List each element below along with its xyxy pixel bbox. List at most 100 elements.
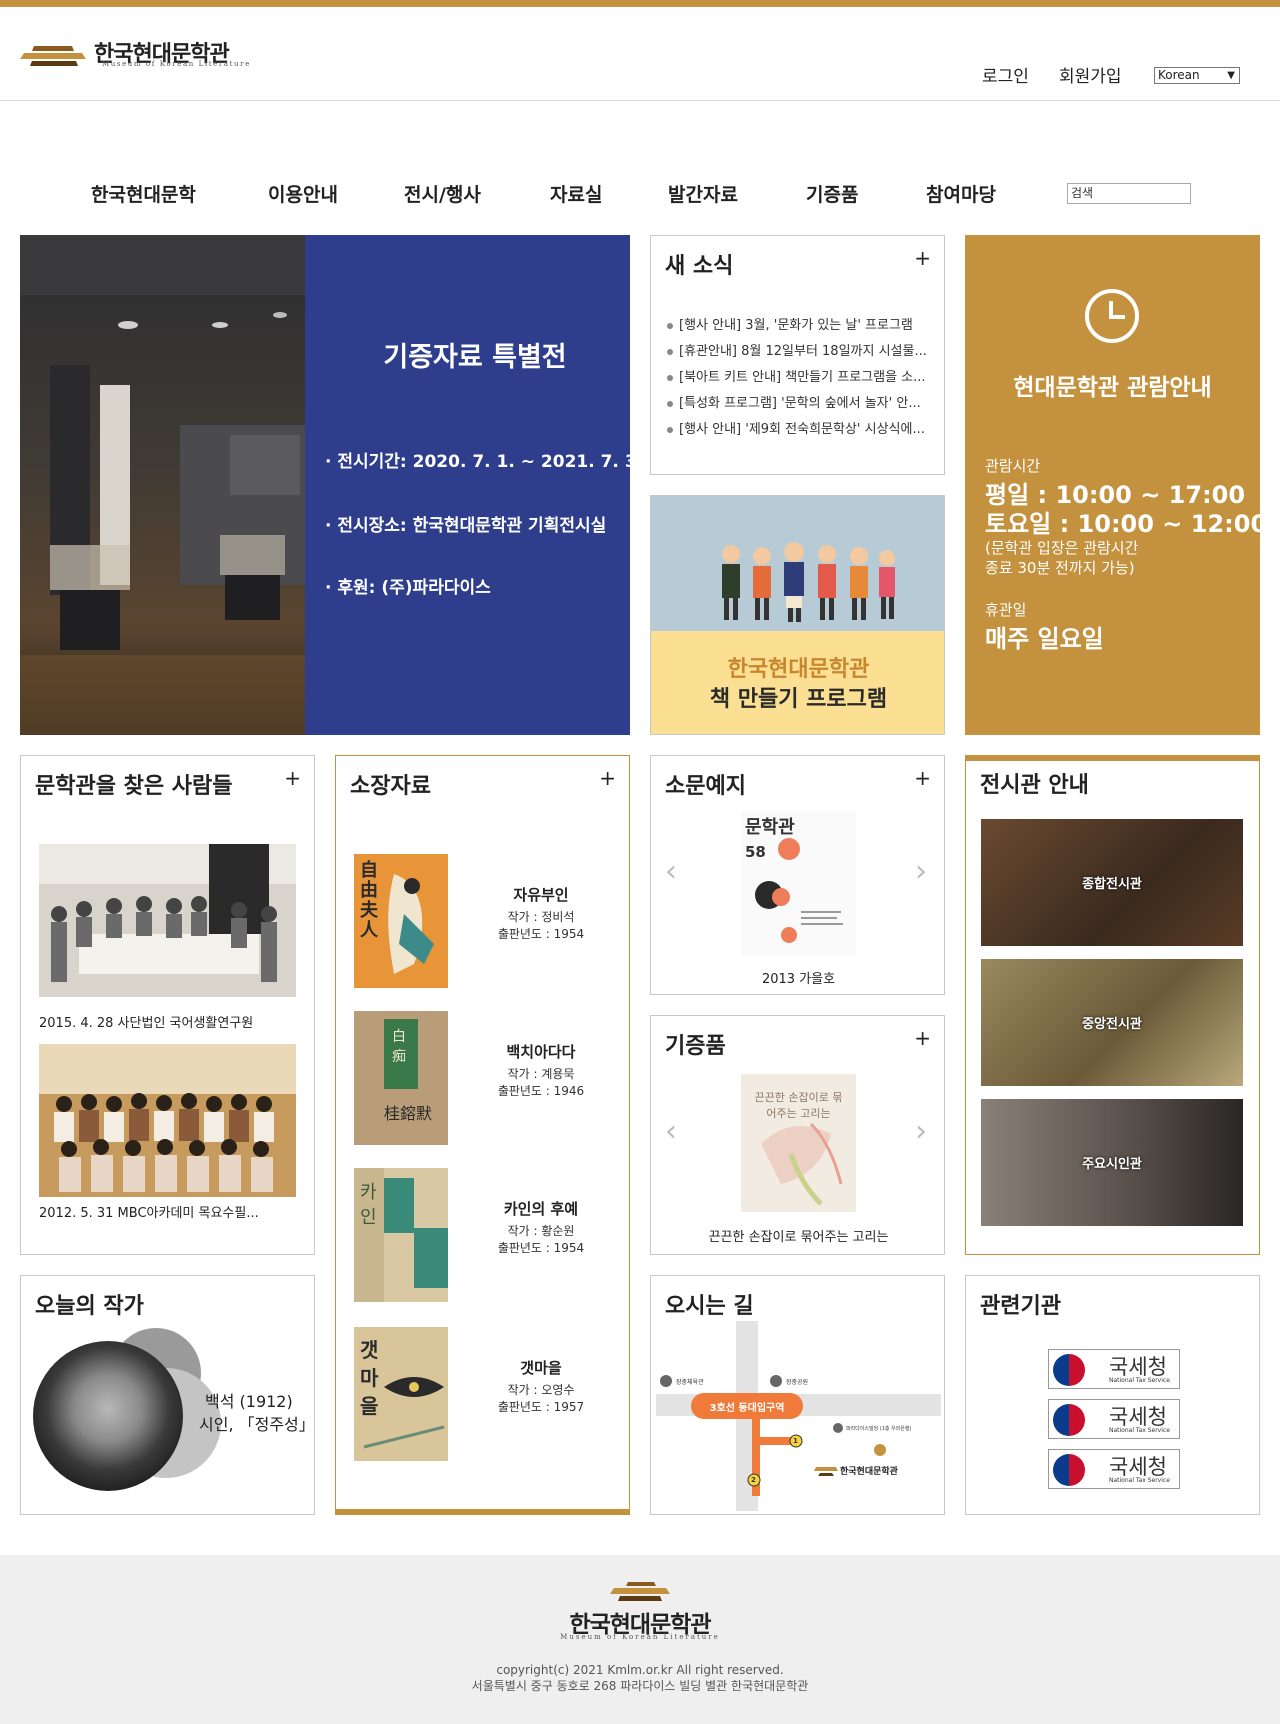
related-org-link[interactable]: 국세청 National Tax Service: [1048, 1349, 1180, 1389]
news-item[interactable]: [행사 안내] '제9회 전숙희문학상' 시상식에...: [667, 418, 927, 437]
writer-portrait[interactable]: [33, 1341, 183, 1491]
visiting-hours-panel: 현대문학관 관람안내 관람시간 평일 : 10:00 ~ 17:00 토요일 :…: [965, 235, 1267, 735]
language-value: Korean: [1158, 68, 1200, 82]
language-select[interactable]: Korean ▼: [1154, 67, 1240, 84]
hall-central[interactable]: 중앙전시관: [981, 959, 1243, 1086]
donation-more-button[interactable]: +: [914, 1026, 931, 1050]
hall-label: 종합전시관: [1082, 877, 1142, 892]
news-item-text: [행사 안내] 3월, '문화가 있는 날' 프로그램: [679, 318, 913, 333]
site-logo[interactable]: 한국현대문학관 Museum of Korean Literature: [20, 36, 260, 70]
footer-logo-subtitle: Museum of Korean Literature: [560, 1633, 720, 1641]
visitors-more-button[interactable]: +: [284, 766, 301, 790]
book-year: 출판년도 : 1954: [497, 1241, 585, 1255]
map-label-b: 장충공원: [786, 1379, 809, 1386]
book-cover[interactable]: 갯 마 을: [354, 1327, 448, 1461]
nav-item-exhibition[interactable]: 전시/행사: [404, 180, 481, 207]
visitors-panel: 문학관을 찾은 사람들 + 2015. 4. 28 사단법인 국어생활연구원 2…: [20, 755, 315, 1255]
book-year: 출판년도 : 1954: [497, 927, 585, 941]
station-label: 3호선 동대입구역: [709, 1403, 785, 1414]
closed-day: 매주 일요일: [985, 625, 1104, 653]
location-map[interactable]: 3호선 동대입구역 장충체육관 장충공원 파라다이스빌딩 (1층 우리은행) 1…: [656, 1321, 941, 1511]
nav-item-archive[interactable]: 자료실: [550, 180, 602, 207]
nav-item-publications[interactable]: 발간자료: [668, 180, 738, 207]
svg-text:인: 인: [360, 1207, 377, 1228]
map-label-c: 파라다이스빌딩 (1층 우리은행): [846, 1426, 912, 1432]
chevron-right-icon[interactable]: ›: [915, 1114, 927, 1149]
writer-name: 백석 (1912): [205, 1392, 293, 1411]
saturday-hours: 토요일 : 10:00 ~ 12:00: [985, 510, 1268, 538]
banner-line-1: 한국현대문학관: [727, 657, 870, 682]
exit-1-label: 1: [793, 1437, 798, 1445]
svg-text:을: 을: [360, 1394, 378, 1418]
visitor-photo[interactable]: [39, 844, 296, 997]
org-name-en: National Tax Service: [1109, 1377, 1170, 1384]
chevron-right-icon[interactable]: ›: [915, 854, 927, 889]
login-link[interactable]: 로그인: [982, 62, 1029, 87]
map-logo-text: 한국현대문학관: [840, 1467, 898, 1477]
nts-emblem-icon: [1053, 1454, 1085, 1486]
related-org-link[interactable]: 국세청 National Tax Service: [1048, 1399, 1180, 1439]
svg-text:由: 由: [360, 879, 378, 901]
holdings-more-button[interactable]: +: [599, 766, 616, 790]
related-org-link[interactable]: 국세청 National Tax Service: [1048, 1449, 1180, 1489]
news-item-text: [북아트 키트 안내] 책만들기 프로그램을 소...: [679, 370, 926, 385]
donation-cover-text: 끈끈한 손잡이로 묶어주는 고리는: [754, 1091, 843, 1120]
nav-item-community[interactable]: 참여마당: [926, 180, 996, 207]
svg-text:마: 마: [360, 1366, 379, 1390]
hall-general[interactable]: 종합전시관: [981, 819, 1243, 946]
news-item[interactable]: [특성화 프로그램] '문학의 숲에서 놀자' 안...: [667, 392, 927, 411]
donation-panel: 기증품 + ‹ › 끈끈한 손잡이로 묶어주는 고리는 끈끈한 손잡이로 묶어주…: [650, 1015, 945, 1255]
map-title: 오시는 길: [665, 1294, 754, 1319]
svg-text:白: 白: [392, 1029, 406, 1045]
book-title: 갯마을: [520, 1359, 562, 1377]
chevron-left-icon[interactable]: ‹: [665, 1114, 677, 1149]
banner-illustration: [651, 496, 944, 631]
magazine-cover[interactable]: 문학관 58: [741, 811, 856, 956]
bullet-icon: [667, 400, 673, 407]
book-title: 카인의 후예: [503, 1200, 579, 1218]
book-program-banner[interactable]: 한국현대문학관 책 만들기 프로그램: [650, 495, 945, 735]
somun-title: 소문예지: [665, 774, 746, 799]
nts-emblem-icon: [1053, 1354, 1085, 1386]
news-item[interactable]: [행사 안내] 3월, '문화가 있는 날' 프로그램: [667, 314, 927, 333]
hero-title: 기증자료 특별전: [383, 342, 567, 373]
news-more-button[interactable]: +: [914, 246, 931, 270]
search-input[interactable]: 검색: [1067, 183, 1191, 204]
nav-item-literature[interactable]: 한국현대문학: [91, 180, 196, 207]
nav-item-guide[interactable]: 이용안내: [268, 180, 338, 207]
hours-label: 관람시간: [985, 457, 1041, 475]
donation-title: 기증품: [665, 1034, 726, 1059]
book-cover[interactable]: 自 由 夫 人: [354, 854, 448, 988]
holdings-panel: 소장자료 + 自 由 夫 人 자유부인 작가 : 정비석 출판년도 : 1954…: [335, 755, 630, 1515]
org-name-en: National Tax Service: [1109, 1477, 1170, 1484]
writer-of-the-day-panel: 오늘의 작가 백석 (1912) 시인, 「정주성」: [20, 1275, 315, 1515]
hero-sponsor: · 후원: (주)파라다이스: [325, 578, 491, 598]
nav-item-donations[interactable]: 기증품: [806, 180, 858, 207]
somun-more-button[interactable]: +: [914, 766, 931, 790]
visitor-photo[interactable]: [39, 1044, 296, 1197]
svg-text:痴: 痴: [392, 1049, 406, 1065]
exit-2-label: 2: [751, 1476, 756, 1484]
hall-label: 주요시인관: [1082, 1157, 1142, 1172]
hero-info-overlay: [305, 235, 630, 735]
closed-label: 휴관일: [985, 601, 1027, 619]
book-cover[interactable]: 白 痴 桂鎔默: [354, 1011, 448, 1145]
book-title: 자유부인: [513, 886, 569, 904]
donation-cover[interactable]: 끈끈한 손잡이로 묶어주는 고리는: [741, 1074, 856, 1212]
footer: 한국현대문학관 Museum of Korean Literature copy…: [0, 1555, 1280, 1724]
book-cover[interactable]: 카 인: [354, 1168, 448, 1302]
banner-line-2: 책 만들기 프로그램: [709, 687, 888, 712]
chevron-left-icon[interactable]: ‹: [665, 854, 677, 889]
related-orgs-panel: 관련기관 국세청 National Tax Service 국세청 Nation…: [965, 1275, 1260, 1515]
hero-banner[interactable]: 기증자료 특별전 · 전시기간: 2020. 7. 1. ~ 2021. 7. …: [20, 235, 630, 735]
visitor-caption: 2015. 4. 28 사단법인 국어생활연구원: [39, 1016, 254, 1031]
hero-place: · 전시장소: 한국현대문학관 기획전시실: [325, 516, 607, 536]
news-item[interactable]: [북아트 키트 안내] 책만들기 프로그램을 소...: [667, 366, 927, 385]
svg-text:人: 人: [360, 920, 379, 941]
news-title: 새 소식: [665, 254, 734, 279]
signup-link[interactable]: 회원가입: [1059, 62, 1122, 87]
bullet-icon: [667, 348, 673, 355]
news-item[interactable]: [휴관안내] 8월 12일부터 18일까지 시설물...: [667, 340, 927, 359]
donation-caption: 끈끈한 손잡이로 묶어주는 고리는: [708, 1230, 889, 1245]
hall-poets[interactable]: 주요시인관: [981, 1099, 1243, 1226]
